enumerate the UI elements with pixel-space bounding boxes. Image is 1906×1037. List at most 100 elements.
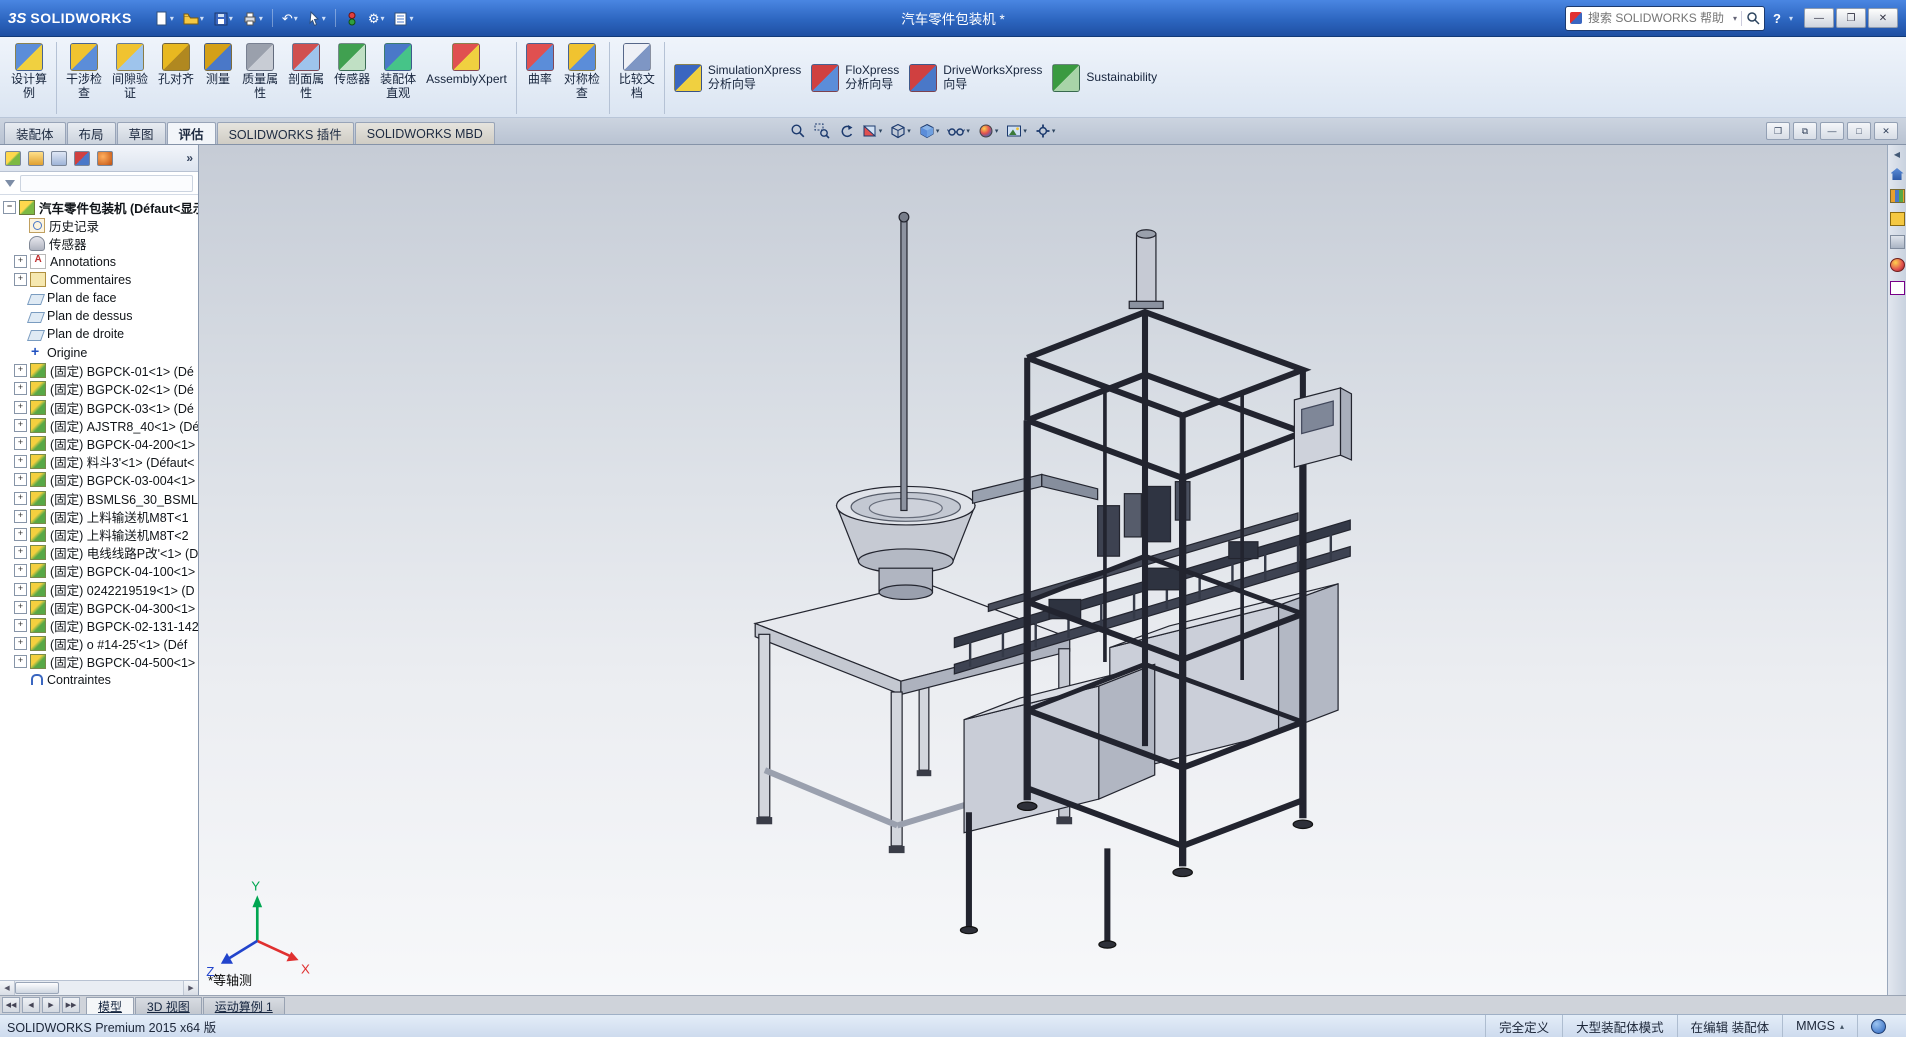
scrollbar-thumb[interactable] (15, 982, 59, 994)
dimxpert-manager-tab[interactable] (74, 150, 90, 166)
rebuild-button[interactable] (342, 9, 362, 28)
control-panel[interactable] (1293, 386, 1353, 468)
expand-toggle[interactable]: + (14, 600, 27, 614)
expand-toggle[interactable]: + (14, 473, 27, 487)
expand-toggle[interactable]: + (14, 255, 27, 269)
tree-item[interactable]: 传感器 (0, 234, 198, 252)
ribbon-button-sustainability[interactable]: Sustainability (1047, 40, 1162, 116)
tree-item[interactable]: + (固定) o #14-25'<1> (Déf (0, 635, 198, 653)
tree-item[interactable]: + (固定) 上料输送机M8T<2 (0, 525, 198, 543)
expand-toggle[interactable]: + (14, 437, 27, 451)
assembly-3d-model[interactable]: Y X Z (199, 145, 1887, 995)
tree-item[interactable]: + (固定) 电线线路P改'<1> (D (0, 544, 198, 562)
expand-toggle[interactable]: + (14, 455, 27, 469)
bottom-tab-运动算例 1[interactable]: 运动算例 1 (202, 997, 285, 1014)
expand-toggle[interactable]: + (14, 527, 27, 541)
appearances-scenes-icon[interactable] (1889, 258, 1905, 272)
ribbon-button-symmetry-check[interactable]: 对称检 查 (559, 40, 605, 116)
display-style-button[interactable]: ▾ (919, 123, 939, 139)
tree-item[interactable]: + (固定) BGPCK-03-004<1> (0, 471, 198, 489)
search-input[interactable] (1586, 10, 1730, 26)
tree-item[interactable]: + (固定) 0242219519<1> (D (0, 580, 198, 598)
zoom-fit-button[interactable] (790, 123, 806, 139)
ribbon-button-mass-properties[interactable]: 质量属 性 (237, 40, 283, 116)
file-properties-button[interactable]: ▾ (390, 9, 416, 28)
ribbon-button-section-properties[interactable]: 剖面属 性 (283, 40, 329, 116)
design-library-icon[interactable] (1889, 189, 1905, 203)
expand-toggle[interactable]: + (14, 273, 27, 287)
tree-item[interactable]: Contraintes (0, 671, 198, 689)
tab-SOLIDWORKS MBD[interactable]: SOLIDWORKS MBD (354, 122, 495, 144)
tab-SOLIDWORKS 插件[interactable]: SOLIDWORKS 插件 (216, 122, 354, 144)
select-button[interactable]: ▾ (304, 9, 329, 28)
doc-window-close-button[interactable]: ✕ (1874, 122, 1898, 140)
property-manager-tab[interactable] (28, 150, 44, 166)
tree-item[interactable]: + (固定) BGPCK-02-131-142 (0, 616, 198, 634)
view-settings-button[interactable]: ▾ (1035, 123, 1055, 139)
ribbon-button-driveworksxpress-wizard[interactable]: DriveWorksXpress 向导 (904, 40, 1047, 116)
doc-window-minimize-button[interactable]: — (1820, 122, 1844, 140)
task-pane-collapse-icon[interactable]: ◀ (1894, 150, 1900, 159)
tree-item[interactable]: + (固定) 上料输送机M8T<1 (0, 507, 198, 525)
tree-item[interactable]: + Annotations (0, 253, 198, 271)
ribbon-button-hole-alignment[interactable]: 孔对齐 (153, 40, 199, 116)
expand-toggle[interactable]: + (14, 491, 27, 505)
more-tabs-chevron-icon[interactable]: » (186, 151, 193, 165)
edit-appearance-button[interactable]: ▾ (978, 123, 998, 139)
expand-toggle[interactable]: + (14, 400, 27, 414)
new-file-button[interactable]: ▾ (151, 9, 177, 28)
options-button[interactable]: ⚙ ▾ (365, 10, 388, 27)
scroll-first-tab-button[interactable]: ◀◀ (2, 997, 20, 1013)
section-view-button[interactable]: ▾ (862, 123, 882, 139)
tab-布局[interactable]: 布局 (66, 122, 116, 144)
window-minimize-button[interactable]: — (1804, 8, 1834, 28)
zoom-area-button[interactable] (814, 123, 830, 139)
tree-item[interactable]: + (固定) AJSTR8_40<1> (Dé (0, 416, 198, 434)
pick-place-mechanism[interactable] (1048, 481, 1259, 620)
expand-toggle[interactable]: + (14, 364, 27, 378)
ribbon-button-interference-check[interactable]: 干涉检 查 (61, 40, 107, 116)
tab-装配体[interactable]: 装配体 (4, 122, 66, 144)
search-scope-caret-icon[interactable]: ▾ (1733, 14, 1737, 23)
ribbon-button-measure[interactable]: 测量 (199, 40, 237, 116)
tab-草图[interactable]: 草图 (116, 122, 166, 144)
tree-item[interactable]: + (固定) BGPCK-04-300<1> (0, 598, 198, 616)
scroll-last-tab-button[interactable]: ▶▶ (62, 997, 80, 1013)
doc-window-cascade-button[interactable]: ⧉ (1793, 122, 1817, 140)
expand-toggle[interactable]: + (14, 418, 27, 432)
hide-show-items-button[interactable]: ▾ (947, 123, 970, 139)
featuremanager-tree-tab[interactable] (5, 150, 21, 166)
expand-toggle[interactable]: + (14, 582, 27, 596)
ribbon-button-curvature[interactable]: 曲率 (521, 40, 559, 116)
tree-item[interactable]: + (固定) BGPCK-04-100<1> (0, 562, 198, 580)
ribbon-button-sensor[interactable]: 传感器 (329, 40, 375, 116)
expand-toggle[interactable]: + (14, 637, 27, 651)
expand-toggle[interactable]: + (14, 382, 27, 396)
tree-item[interactable]: Plan de droite (0, 325, 198, 343)
ribbon-button-assembly-xpert[interactable]: AssemblyXpert (421, 40, 512, 116)
tree-item[interactable]: Plan de face (0, 289, 198, 307)
search-box[interactable]: ▾ (1565, 5, 1766, 31)
previous-view-button[interactable] (838, 123, 854, 139)
ribbon-button-design-study[interactable]: 设计算 例 (6, 40, 52, 116)
display-manager-tab[interactable] (97, 150, 113, 166)
open-file-button[interactable]: ▾ (180, 9, 207, 28)
ribbon-button-simulationxpress-wizard[interactable]: SimulationXpress 分析向导 (669, 40, 806, 116)
window-close-button[interactable]: ✕ (1868, 8, 1898, 28)
expand-toggle[interactable]: + (14, 564, 27, 578)
graphics-viewport[interactable]: Y X Z *等轴测 (199, 145, 1887, 995)
scroll-left-arrow[interactable]: ◀ (0, 981, 15, 995)
help-caret-icon[interactable]: ▾ (1789, 14, 1793, 23)
print-button[interactable]: ▾ (239, 9, 266, 28)
bottom-tab-3D 视图[interactable]: 3D 视图 (135, 997, 202, 1014)
units-selector[interactable]: MMGS ▴ (1782, 1015, 1857, 1037)
configuration-manager-tab[interactable] (51, 150, 67, 166)
tree-item[interactable]: Plan de dessus (0, 307, 198, 325)
web-help-cell[interactable] (1857, 1015, 1899, 1037)
expand-toggle[interactable]: + (14, 655, 27, 669)
tree-filter-input[interactable] (20, 174, 193, 192)
scroll-right-arrow[interactable]: ▶ (183, 981, 198, 995)
expand-toggle[interactable]: + (14, 509, 27, 523)
ribbon-button-compare-documents[interactable]: 比较文 档 (614, 40, 660, 116)
expand-toggle[interactable]: + (14, 618, 27, 632)
